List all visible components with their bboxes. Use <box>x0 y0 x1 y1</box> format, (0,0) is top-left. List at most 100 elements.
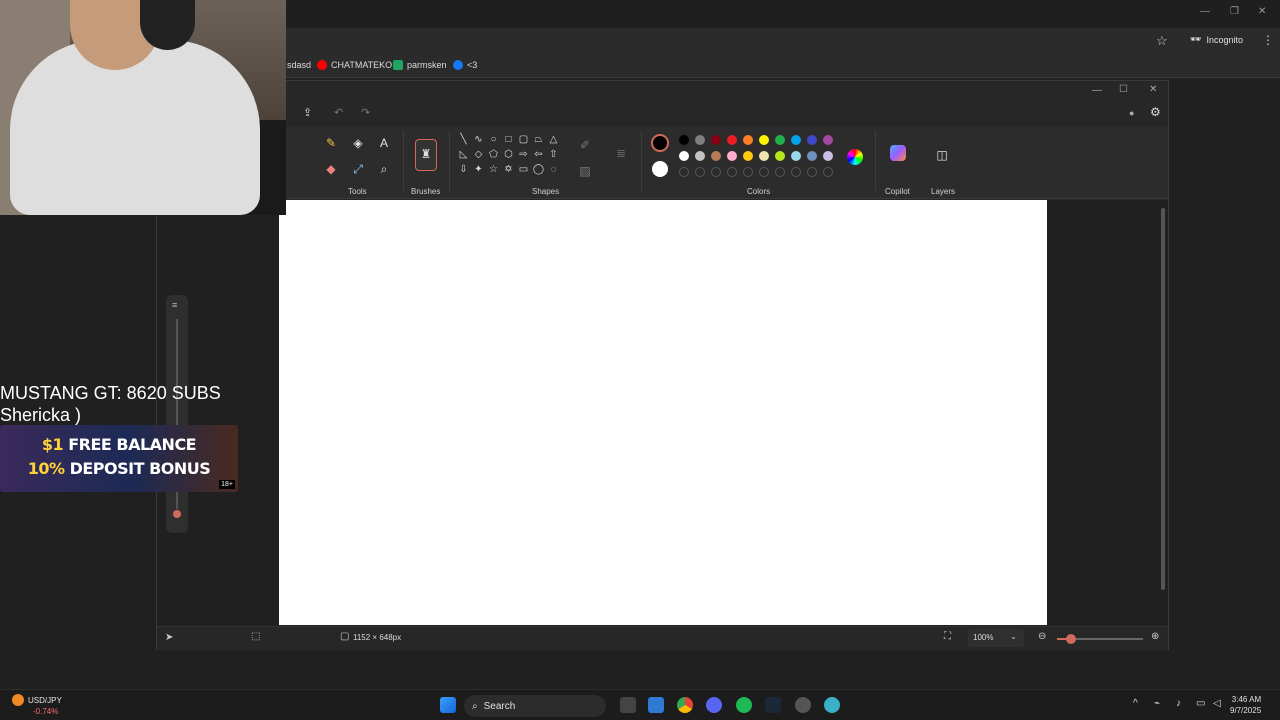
network-icon[interactable]: ⌁ <box>1154 698 1160 709</box>
color-swatch[interactable] <box>823 151 833 161</box>
stock-ticker-widget[interactable]: USD/JPY -0.74% <box>12 694 62 717</box>
zoom-select[interactable]: 100% ⌄ <box>968 629 1024 647</box>
color-swatch[interactable] <box>711 135 721 145</box>
discord-icon[interactable] <box>706 697 722 713</box>
callout-cloud-shape-icon[interactable]: ◌ <box>547 163 560 176</box>
color-swatch[interactable] <box>679 151 689 161</box>
taskbar-search[interactable]: ⌕ Search <box>464 695 606 717</box>
triangle-shape-icon[interactable]: △ <box>547 133 560 146</box>
color-swatch[interactable] <box>679 135 689 145</box>
layers-icon[interactable]: ◫ <box>934 147 950 163</box>
edit-colors-icon[interactable] <box>847 149 863 165</box>
profile-icon[interactable]: ● <box>1129 108 1134 118</box>
line-shape-icon[interactable]: ╲ <box>457 133 470 146</box>
browser-menu-icon[interactable]: ⋮ <box>1262 33 1274 47</box>
pentagon-shape-icon[interactable]: ⬠ <box>487 148 500 161</box>
fill-bucket-icon[interactable]: ◈ <box>350 135 366 151</box>
color-swatch[interactable] <box>711 151 721 161</box>
steam-icon[interactable] <box>765 697 781 713</box>
color-swatch[interactable] <box>743 135 753 145</box>
spotify-icon[interactable] <box>736 697 752 713</box>
task-view-icon[interactable] <box>620 697 636 713</box>
eraser-icon[interactable]: ◆ <box>323 161 339 177</box>
paint-minimize-icon[interactable]: — <box>1092 85 1102 96</box>
custom-color-slot[interactable] <box>743 167 753 177</box>
bookmark-heart[interactable]: <3 <box>453 60 477 70</box>
color-swatch[interactable] <box>727 135 737 145</box>
primary-color-swatch[interactable] <box>651 134 669 152</box>
custom-color-slot[interactable] <box>775 167 785 177</box>
vertical-scrollbar[interactable] <box>1161 208 1165 590</box>
bookmark-parmsken[interactable]: parmsken <box>393 60 447 70</box>
microphone-icon[interactable]: ♪ <box>1176 698 1181 709</box>
maximize-icon[interactable]: ❐ <box>1230 6 1239 17</box>
callout-oval-shape-icon[interactable]: ◯ <box>532 163 545 176</box>
slider-thumb[interactable] <box>173 510 181 518</box>
fit-to-window-icon[interactable]: ⛶ <box>944 631 951 642</box>
volume-icon[interactable]: ◁ <box>1213 698 1221 709</box>
up-arrow-shape-icon[interactable]: ⇧ <box>547 148 560 161</box>
bookmark-sdasd[interactable]: sdasd <box>287 60 311 70</box>
zoom-in-icon[interactable]: ⊕ <box>1151 631 1159 642</box>
custom-color-slot[interactable] <box>695 167 705 177</box>
color-swatch[interactable] <box>759 135 769 145</box>
magnifier-icon[interactable]: ⌕ <box>376 161 392 177</box>
rectangle-shape-icon[interactable]: □ <box>502 133 515 146</box>
color-swatch[interactable] <box>775 151 785 161</box>
secondary-color-swatch[interactable] <box>652 161 668 177</box>
text-tool-icon[interactable]: A <box>376 135 392 151</box>
outline-dropdown-icon[interactable]: ✐ <box>577 137 593 153</box>
color-swatch[interactable] <box>775 135 785 145</box>
zoom-out-icon[interactable]: ⊖ <box>1038 631 1046 642</box>
fill-dropdown-icon[interactable]: ▨ <box>577 163 593 179</box>
color-swatch[interactable] <box>807 135 817 145</box>
custom-color-slot[interactable] <box>711 167 721 177</box>
callout-rect-shape-icon[interactable]: ▭ <box>517 163 530 176</box>
color-swatch[interactable] <box>791 151 801 161</box>
copilot-icon[interactable] <box>890 145 906 161</box>
chrome-icon[interactable] <box>677 697 693 713</box>
color-swatch[interactable] <box>743 151 753 161</box>
rounded-rectangle-shape-icon[interactable]: ▢ <box>517 133 530 146</box>
custom-color-slot[interactable] <box>791 167 801 177</box>
drawing-canvas[interactable] <box>279 200 1047 625</box>
undo-icon[interactable]: ↶ <box>334 106 343 119</box>
custom-color-slot[interactable] <box>807 167 817 177</box>
hexagon-shape-icon[interactable]: ⬡ <box>502 148 515 161</box>
display-icon[interactable]: ▭ <box>1196 698 1205 709</box>
down-arrow-shape-icon[interactable]: ⇩ <box>457 163 470 176</box>
custom-color-slot[interactable] <box>823 167 833 177</box>
paint-maximize-icon[interactable]: ☐ <box>1119 84 1128 95</box>
color-picker-icon[interactable]: ⤢ <box>350 161 366 177</box>
curve-shape-icon[interactable]: ∿ <box>472 133 485 146</box>
minimize-icon[interactable]: — <box>1200 6 1210 17</box>
left-arrow-shape-icon[interactable]: ⇦ <box>532 148 545 161</box>
five-point-star-shape-icon[interactable]: ☆ <box>487 163 500 176</box>
store-icon[interactable] <box>648 697 664 713</box>
color-swatch[interactable] <box>695 135 705 145</box>
four-point-star-shape-icon[interactable]: ✦ <box>472 163 485 176</box>
right-arrow-shape-icon[interactable]: ⇨ <box>517 148 530 161</box>
app-icon[interactable] <box>795 697 811 713</box>
start-icon[interactable] <box>440 697 456 713</box>
paint-close-icon[interactable]: ✕ <box>1149 84 1157 95</box>
custom-color-slot[interactable] <box>727 167 737 177</box>
settings-gear-icon[interactable]: ⚙ <box>1150 105 1161 119</box>
close-icon[interactable]: ✕ <box>1258 6 1266 17</box>
bookmark-star-icon[interactable]: ☆ <box>1156 33 1168 49</box>
color-swatch[interactable] <box>823 135 833 145</box>
color-swatch[interactable] <box>791 135 801 145</box>
incognito-badge[interactable]: 🕶 Incognito <box>1190 34 1243 45</box>
share-icon[interactable]: ⇪ <box>303 106 312 119</box>
color-swatch[interactable] <box>695 151 705 161</box>
system-clock[interactable]: 3:46 AM 9/7/2025 <box>1230 694 1261 716</box>
color-swatch[interactable] <box>807 151 817 161</box>
diamond-shape-icon[interactable]: ◇ <box>472 148 485 161</box>
custom-color-slot[interactable] <box>759 167 769 177</box>
pencil-icon[interactable]: ✎ <box>323 135 339 151</box>
custom-color-slot[interactable] <box>679 167 689 177</box>
bookmark-chatmateko[interactable]: CHATMATEKO <box>317 60 392 70</box>
right-triangle-shape-icon[interactable]: ◺ <box>457 148 470 161</box>
redo-icon[interactable]: ↷ <box>361 106 370 119</box>
polygon-shape-icon[interactable]: ⏢ <box>532 133 545 146</box>
